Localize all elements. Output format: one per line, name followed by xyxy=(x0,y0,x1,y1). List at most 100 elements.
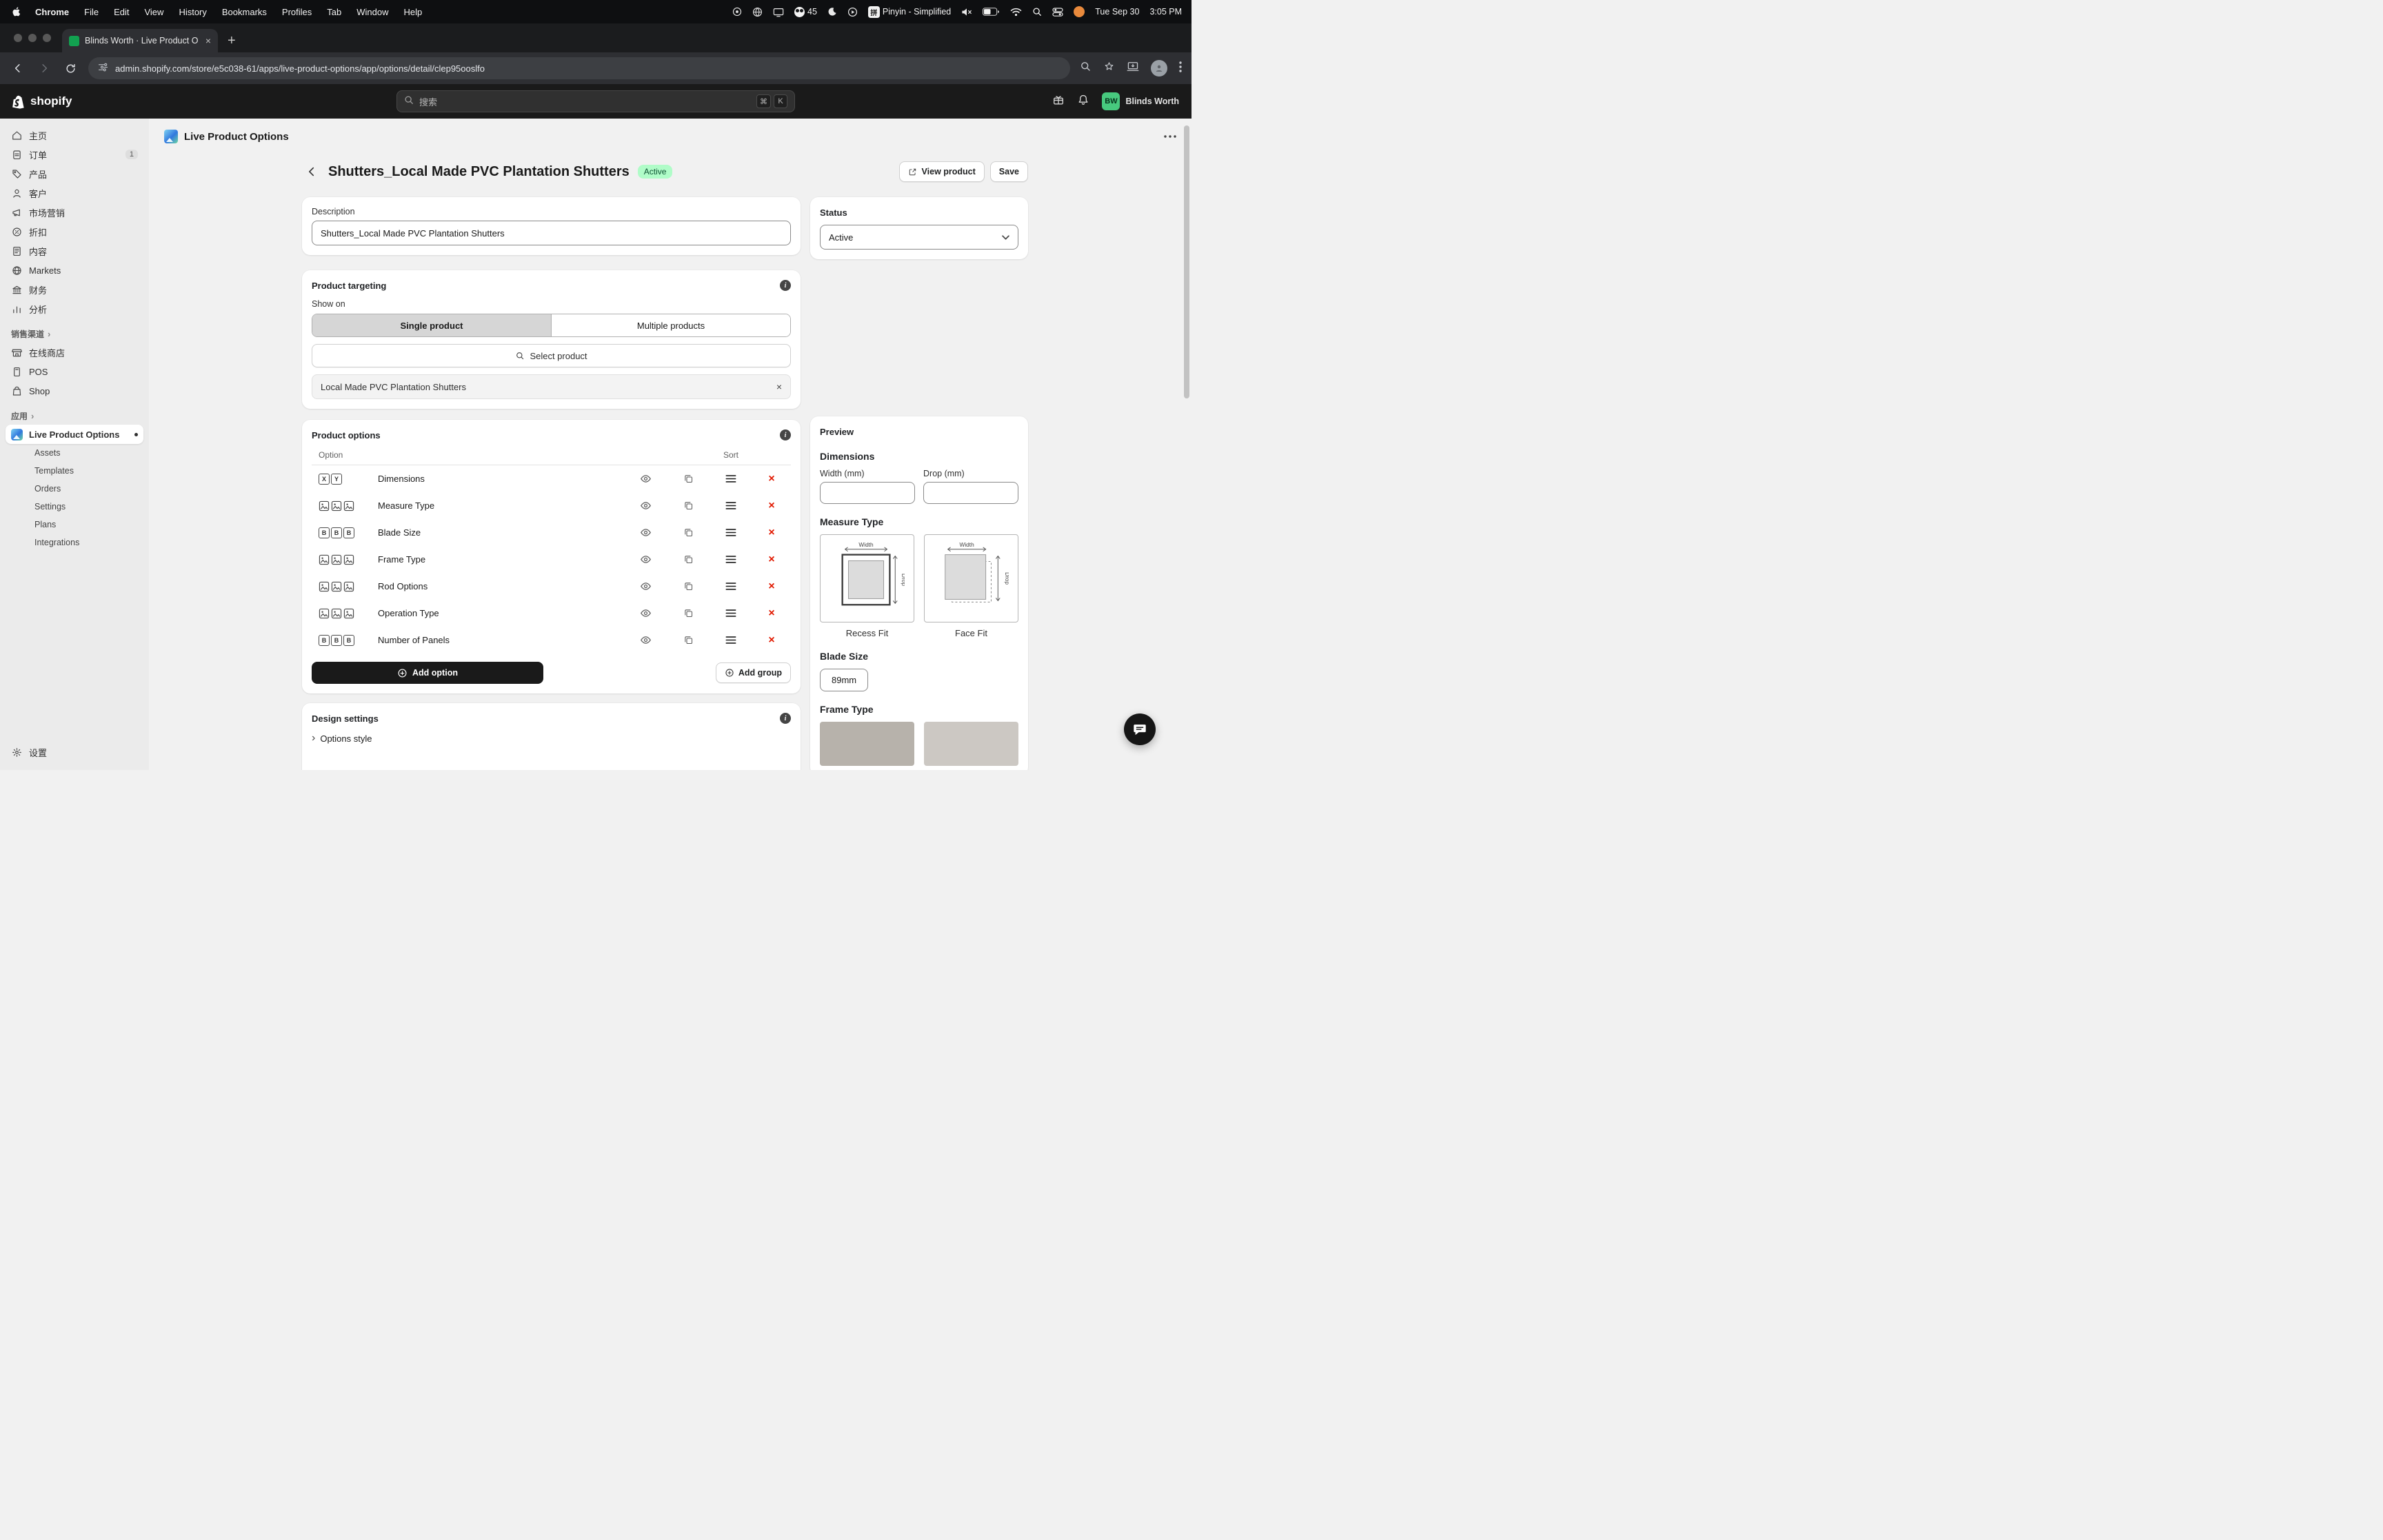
delete-option-icon[interactable]: × xyxy=(752,527,791,538)
sidebar-subitem-assets[interactable]: Assets xyxy=(6,444,143,462)
back-arrow-icon[interactable] xyxy=(302,162,321,181)
delete-option-icon[interactable]: × xyxy=(752,635,791,646)
sidebar-item-orders[interactable]: 订单 1 xyxy=(6,145,143,164)
moon-icon[interactable] xyxy=(827,7,837,17)
sidebar-item-marketing[interactable]: 市场营销 xyxy=(6,203,143,222)
sidebar-subitem-orders[interactable]: Orders xyxy=(6,480,143,498)
delete-option-icon[interactable]: × xyxy=(752,500,791,511)
new-tab-button[interactable]: + xyxy=(228,34,236,48)
panda-stat[interactable]: 45 xyxy=(794,7,817,17)
forward-button[interactable] xyxy=(36,62,52,74)
visibility-eye-icon[interactable] xyxy=(624,580,667,592)
multiple-products-segment[interactable]: Multiple products xyxy=(551,314,790,336)
delete-option-icon[interactable]: × xyxy=(752,608,791,619)
visibility-eye-icon[interactable] xyxy=(624,473,667,485)
duplicate-icon[interactable] xyxy=(667,474,710,484)
visibility-eye-icon[interactable] xyxy=(624,527,667,538)
bookmark-star-icon[interactable] xyxy=(1103,61,1115,76)
menubar-date[interactable]: Tue Sep 30 xyxy=(1095,7,1139,17)
duplicate-icon[interactable] xyxy=(667,608,710,618)
status-select[interactable]: Active xyxy=(820,225,1018,250)
menubar-item-help[interactable]: Help xyxy=(404,7,423,17)
input-source-menu[interactable]: 拼 Pinyin - Simplified xyxy=(868,6,951,18)
address-bar[interactable]: admin.shopify.com/store/e5c038-61/apps/l… xyxy=(88,57,1070,79)
window-minimize-button[interactable] xyxy=(28,34,37,42)
menubar-time[interactable]: 3:05 PM xyxy=(1149,7,1182,17)
sidebar-item-online-store[interactable]: 在线商店 xyxy=(6,343,143,362)
app-more-menu-icon[interactable] xyxy=(1164,135,1176,138)
admin-search-bar[interactable]: 搜索 ⌘ K xyxy=(396,90,795,112)
back-button[interactable] xyxy=(10,62,26,74)
add-group-button[interactable]: Add group xyxy=(716,662,791,683)
width-input[interactable] xyxy=(820,482,915,504)
drag-handle-icon[interactable] xyxy=(710,501,752,510)
profile-avatar-icon[interactable] xyxy=(1151,60,1167,77)
search-icon[interactable] xyxy=(1032,7,1042,17)
lens-search-icon[interactable] xyxy=(1080,61,1092,76)
drag-handle-icon[interactable] xyxy=(710,609,752,618)
option-name-link[interactable]: Blade Size xyxy=(378,527,624,538)
apps-header[interactable]: 应用 › xyxy=(11,410,138,422)
reload-button[interactable] xyxy=(62,63,79,74)
options-style-toggle[interactable]: › Options style xyxy=(312,733,791,744)
select-product-button[interactable]: Select product xyxy=(312,344,791,367)
frame-type-image-1[interactable] xyxy=(820,722,914,766)
sidebar-item-discounts[interactable]: 折扣 xyxy=(6,222,143,241)
delete-option-icon[interactable]: × xyxy=(752,554,791,565)
play-icon[interactable] xyxy=(847,7,858,17)
menubar-item-window[interactable]: Window xyxy=(356,7,388,17)
frame-type-image-2[interactable] xyxy=(924,722,1018,766)
sidebar-item-content[interactable]: 内容 xyxy=(6,241,143,261)
menubar-item-history[interactable]: History xyxy=(179,7,206,17)
view-product-button[interactable]: View product xyxy=(899,161,985,182)
drag-handle-icon[interactable] xyxy=(710,474,752,483)
chat-launcher-button[interactable] xyxy=(1124,713,1156,745)
duplicate-icon[interactable] xyxy=(667,527,710,538)
sidebar-item-live-product-options[interactable]: Live Product Options xyxy=(6,425,143,444)
remove-product-icon[interactable]: × xyxy=(776,381,782,392)
option-name-link[interactable]: Rod Options xyxy=(378,581,624,591)
duplicate-icon[interactable] xyxy=(667,500,710,511)
add-option-button[interactable]: Add option xyxy=(312,662,543,684)
wifi-icon[interactable] xyxy=(1010,8,1022,17)
duplicate-icon[interactable] xyxy=(667,635,710,645)
menubar-item-file[interactable]: File xyxy=(84,7,99,17)
sidebar-item-finance[interactable]: 财务 xyxy=(6,280,143,299)
face-fit-option[interactable]: Width Drop xyxy=(924,534,1018,638)
info-icon[interactable]: i xyxy=(780,713,791,724)
record-icon[interactable] xyxy=(732,7,742,17)
sidebar-subitem-plans[interactable]: Plans xyxy=(6,516,143,534)
sidebar-item-products[interactable]: 产品 xyxy=(6,164,143,183)
menubar-item-tab[interactable]: Tab xyxy=(327,7,341,17)
menubar-item-profiles[interactable]: Profiles xyxy=(282,7,312,17)
option-name-link[interactable]: Measure Type xyxy=(378,500,624,511)
duplicate-icon[interactable] xyxy=(667,581,710,591)
sidebar-subitem-templates[interactable]: Templates xyxy=(6,462,143,480)
tab-close-icon[interactable]: × xyxy=(205,35,211,46)
option-name-link[interactable]: Operation Type xyxy=(378,608,624,618)
visibility-eye-icon[interactable] xyxy=(624,634,667,646)
visibility-eye-icon[interactable] xyxy=(624,554,667,565)
option-name-link[interactable]: Number of Panels xyxy=(378,635,624,645)
visibility-eye-icon[interactable] xyxy=(624,607,667,619)
user-avatar-icon[interactable] xyxy=(1074,6,1085,17)
drag-handle-icon[interactable] xyxy=(710,555,752,564)
menubar-item-view[interactable]: View xyxy=(144,7,163,17)
drop-input[interactable] xyxy=(923,482,1018,504)
delete-option-icon[interactable]: × xyxy=(752,474,791,485)
single-product-segment[interactable]: Single product xyxy=(312,314,551,336)
site-settings-icon[interactable] xyxy=(98,62,108,74)
menubar-item-bookmarks[interactable]: Bookmarks xyxy=(222,7,267,17)
whats-new-icon[interactable] xyxy=(1052,94,1065,110)
menubar-item-chrome[interactable]: Chrome xyxy=(35,7,69,17)
sidebar-item-analytics[interactable]: 分析 xyxy=(6,299,143,318)
sidebar-item-pos[interactable]: POS xyxy=(6,362,143,381)
browser-tab[interactable]: Blinds Worth · Live Product O × xyxy=(62,29,218,52)
sidebar-subitem-integrations[interactable]: Integrations xyxy=(6,534,143,551)
option-name-link[interactable]: Frame Type xyxy=(378,554,624,565)
blade-size-option[interactable]: 89mm xyxy=(820,669,868,691)
sidebar-item-settings[interactable]: 设置 xyxy=(6,742,143,762)
window-close-button[interactable] xyxy=(14,34,22,42)
store-menu[interactable]: BW Blinds Worth xyxy=(1102,92,1179,110)
mute-icon[interactable] xyxy=(961,8,972,17)
